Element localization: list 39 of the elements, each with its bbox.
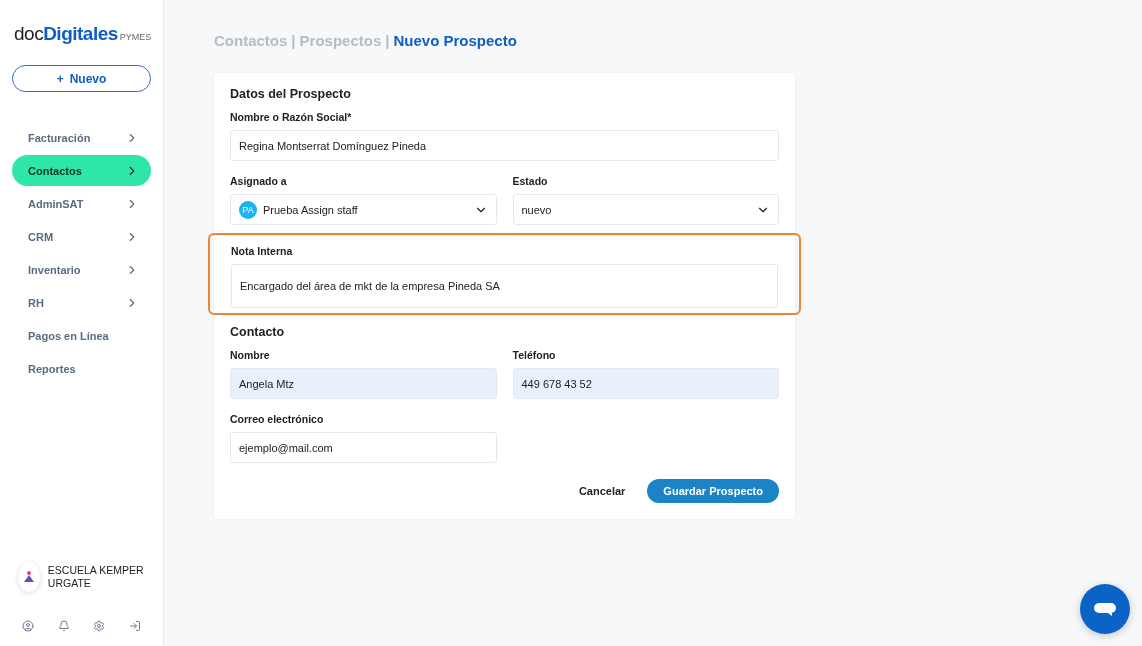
account-name: ESCUELA KEMPER URGATE [47, 564, 145, 590]
nav-item[interactable]: AdminSAT [12, 188, 151, 219]
logo: docDigitales PYMES [13, 22, 153, 46]
input-field[interactable]: Regina Montserrat Domínguez Pineda [230, 130, 779, 161]
field-label: Asignado a [230, 175, 288, 187]
save-button[interactable]: Guardar Prospecto [647, 479, 779, 503]
field-label: Nota Interna [231, 245, 294, 257]
breadcrumb-item: Nuevo Prospecto [393, 32, 517, 49]
settings-icon[interactable] [93, 620, 106, 632]
account-logo [18, 562, 40, 592]
nav-item[interactable]: CRM [12, 221, 151, 252]
field-label: Correo electrónico [230, 413, 325, 425]
input-field[interactable]: ejemplo@mail.com [230, 432, 497, 463]
bell-icon[interactable] [57, 620, 70, 632]
nav-item[interactable]: Inventario [12, 254, 151, 285]
chat-button[interactable] [1080, 584, 1130, 634]
textarea-field[interactable]: Encargado del área de mkt de la empresa Pineda SA [231, 264, 778, 308]
nav-item[interactable]: Facturación [12, 122, 151, 153]
logout-icon[interactable] [128, 620, 141, 632]
separator: | [385, 32, 390, 49]
input-field[interactable]: 449 678 43 52 [512, 368, 779, 399]
nav-item[interactable]: Reportes [12, 353, 151, 384]
profile-icon[interactable] [22, 620, 34, 632]
field-label: Estado [512, 175, 549, 187]
separator: | [291, 32, 296, 49]
nav-item[interactable]: RH [12, 287, 151, 318]
status-select[interactable]: nuevo [512, 194, 779, 225]
cancel-button[interactable]: Cancelar [572, 484, 632, 498]
field-label: Nombre o Razón Social* [230, 111, 353, 123]
chat-bubble-icon [1093, 601, 1117, 617]
assignee-select[interactable]: PA Prueba Assign staff [230, 194, 497, 225]
input-field[interactable]: Angela Mtz [230, 368, 497, 399]
field-label: Nombre [230, 349, 271, 361]
nav-item[interactable]: Contactos [12, 155, 151, 186]
field-label: Teléfono [512, 349, 557, 361]
section-title: Datos del Prospecto [230, 87, 352, 101]
nav-item[interactable]: Pagos en Línea [12, 320, 151, 351]
section-title: Contacto [230, 325, 286, 339]
new-button[interactable]: + Nuevo [12, 65, 151, 92]
